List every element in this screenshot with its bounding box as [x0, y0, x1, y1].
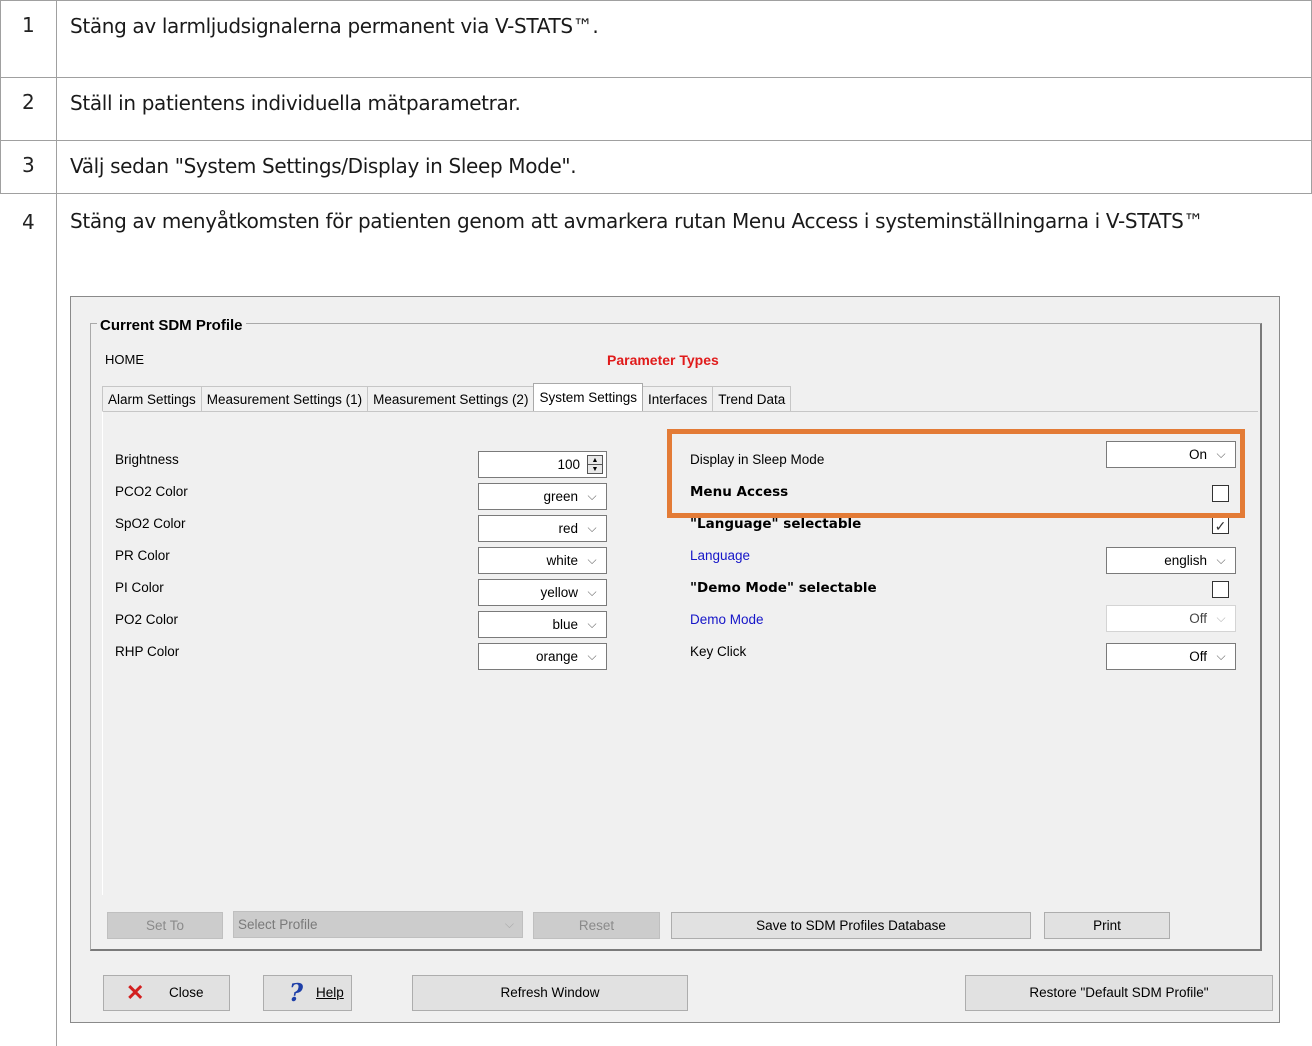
help-button[interactable]: ? Help [263, 975, 352, 1011]
demo-mode-value: Off [1189, 611, 1207, 626]
close-button[interactable]: ✕ Close [103, 975, 230, 1011]
rhp-color-label: RHP Color [115, 644, 180, 659]
tab-interfaces[interactable]: Interfaces [642, 386, 714, 411]
tab-alarm-settings[interactable]: Alarm Settings [102, 386, 202, 411]
pr-color-value: white [546, 553, 578, 568]
language-label: Language [690, 548, 751, 563]
chevron-down-icon: ⌵ [587, 617, 597, 631]
pco2-color-value: green [543, 489, 578, 504]
demo-mode-selectable-label: "Demo Mode" selectable [690, 580, 877, 596]
language-value: english [1164, 553, 1207, 568]
row-divider [0, 193, 1312, 194]
close-icon: ✕ [126, 980, 145, 1005]
key-click-value: Off [1189, 649, 1207, 664]
step-number: 1 [22, 13, 35, 37]
spinner-buttons[interactable]: ▲ ▼ [587, 455, 603, 474]
chevron-down-icon: ⌵ [504, 917, 514, 931]
chevron-down-icon: ⌵ [587, 585, 597, 599]
rhp-color-value: orange [535, 649, 578, 664]
checkmark-icon: ✓ [1214, 517, 1227, 534]
row-divider [0, 140, 1312, 141]
demo-mode-label: Demo Mode [690, 612, 764, 627]
chevron-down-icon: ⌵ [1216, 649, 1226, 663]
step-text: Stäng av menyåtkomsten för patienten gen… [70, 209, 1204, 233]
restore-default-profile-button[interactable]: Restore "Default SDM Profile" [965, 975, 1273, 1011]
brightness-spinner[interactable]: 100 ▲ ▼ [478, 451, 607, 478]
step-text: Välj sedan "System Settings/Display in S… [70, 154, 577, 178]
po2-color-value: blue [552, 617, 578, 632]
demo-mode-dropdown: Off ⌵ [1106, 605, 1236, 632]
brightness-value: 100 [557, 457, 580, 472]
brightness-label: Brightness [115, 452, 179, 467]
pi-color-dropdown[interactable]: yellow ⌵ [478, 579, 607, 606]
select-profile-dropdown[interactable]: Select Profile ⌵ [233, 911, 523, 938]
reset-button[interactable]: Reset [533, 912, 660, 939]
pr-color-dropdown[interactable]: white ⌵ [478, 547, 607, 574]
tab-trend-data[interactable]: Trend Data [712, 386, 792, 411]
key-click-label: Key Click [690, 644, 747, 659]
rhp-color-dropdown[interactable]: orange ⌵ [478, 643, 607, 670]
step-number: 4 [22, 210, 35, 234]
help-label: Help [316, 985, 344, 1000]
tab-measurement-settings-1[interactable]: Measurement Settings (1) [200, 386, 369, 411]
pi-color-label: PI Color [115, 580, 164, 595]
pco2-color-label: PCO2 Color [115, 484, 188, 499]
settings-tabs: Alarm Settings Measurement Settings (1) … [102, 383, 792, 412]
print-button[interactable]: Print [1044, 912, 1170, 939]
tab-measurement-settings-2[interactable]: Measurement Settings (2) [367, 386, 535, 411]
language-dropdown[interactable]: english ⌵ [1106, 547, 1236, 574]
chevron-down-icon: ⌵ [587, 489, 597, 503]
step-number: 3 [22, 153, 35, 177]
profile-name: HOME [105, 352, 144, 367]
select-profile-value: Select Profile [238, 917, 318, 932]
save-to-database-button[interactable]: Save to SDM Profiles Database [671, 912, 1031, 939]
chevron-down-icon: ⌵ [1216, 553, 1226, 567]
row-divider [0, 77, 1312, 78]
po2-color-dropdown[interactable]: blue ⌵ [478, 611, 607, 638]
table-border-left [0, 0, 1, 194]
step-number: 2 [22, 90, 35, 114]
key-click-dropdown[interactable]: Off ⌵ [1106, 643, 1236, 670]
chevron-down-icon: ⌵ [587, 521, 597, 535]
demo-mode-selectable-checkbox[interactable] [1212, 581, 1229, 598]
step-text: Stäng av larmljudsignalerna permanent vi… [70, 14, 599, 38]
pi-color-value: yellow [540, 585, 578, 600]
chevron-down-icon: ⌵ [587, 649, 597, 663]
spin-down-icon[interactable]: ▼ [588, 464, 602, 473]
spin-up-icon[interactable]: ▲ [588, 456, 602, 464]
spo2-color-dropdown[interactable]: red ⌵ [478, 515, 607, 542]
column-divider [56, 0, 57, 1046]
refresh-window-button[interactable]: Refresh Window [412, 975, 688, 1011]
highlight-box [667, 429, 1245, 518]
help-icon: ? [289, 978, 304, 1007]
pr-color-label: PR Color [115, 548, 170, 563]
group-title: Current SDM Profile [97, 317, 246, 334]
po2-color-label: PO2 Color [115, 612, 179, 627]
language-selectable-checkbox[interactable]: ✓ [1212, 517, 1229, 534]
chevron-down-icon: ⌵ [1216, 611, 1226, 625]
spo2-color-label: SpO2 Color [115, 516, 186, 531]
sdm-profile-dialog: Current SDM Profile HOME Parameter Types… [70, 296, 1280, 1023]
spo2-color-value: red [558, 521, 578, 536]
table-border-top [0, 0, 1312, 1]
step-text: Ställ in patientens individuella mätpara… [70, 91, 521, 115]
pco2-color-dropdown[interactable]: green ⌵ [478, 483, 607, 510]
parameter-types-heading: Parameter Types [607, 352, 719, 368]
set-to-button[interactable]: Set To [107, 912, 223, 939]
tab-system-settings[interactable]: System Settings [533, 383, 643, 411]
chevron-down-icon: ⌵ [587, 553, 597, 567]
language-selectable-label: "Language" selectable [690, 516, 862, 532]
close-label: Close [169, 985, 204, 1000]
